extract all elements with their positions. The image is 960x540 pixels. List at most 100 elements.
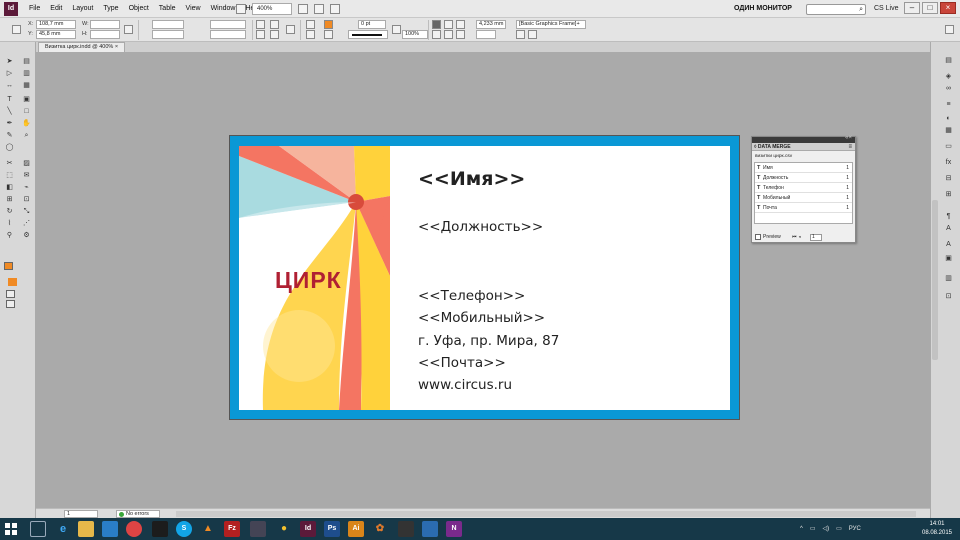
corner-option-select[interactable] [476,30,496,39]
wrap-none-icon[interactable] [432,20,441,29]
chrome-icon[interactable] [126,521,142,537]
rectangle-tool-icon[interactable]: □ [22,108,31,116]
app-icon-8[interactable] [250,521,266,537]
filezilla-icon[interactable]: Fz [224,521,240,537]
align-left-icon[interactable] [432,30,441,39]
selection-tool-icon[interactable]: ➤ [5,58,14,66]
view-mode-icon[interactable]: ⊡ [22,196,31,204]
eyedropper-alt-icon[interactable]: ⌇ [5,220,14,228]
reference-size-field[interactable]: 4,233 mm [476,20,506,29]
stroke-weight-field[interactable]: 0 pt [358,20,386,29]
shear-field[interactable] [210,30,246,39]
direct-selection-tool-icon[interactable]: ▷ [5,70,14,78]
vlc-icon[interactable]: ▲ [200,521,216,537]
object-style-select[interactable]: [Basic Graphics Frame]+ [516,20,586,29]
page-number-field[interactable]: 1 [64,510,98,518]
wrap-bbox-icon[interactable] [444,20,453,29]
skype-icon[interactable]: S [176,521,192,537]
select-container-icon[interactable] [306,20,315,29]
swatches-panel-icon[interactable]: ▦ [943,126,954,135]
scale-x-field[interactable] [152,20,184,29]
horizontal-scrollbar[interactable] [176,511,916,517]
scale-tool-icon[interactable]: ⤡ [22,208,31,216]
rotation-field[interactable] [210,20,246,29]
scissors-tool-icon[interactable]: ✂ [5,160,14,168]
search-input[interactable]: ⌕ [806,4,866,15]
reference-point-icon[interactable] [12,25,21,34]
maximize-button[interactable]: □ [922,2,938,14]
wrap-shape-icon[interactable] [456,20,465,29]
zoom-select[interactable]: 400% [252,3,292,15]
input-language[interactable]: РУС [849,518,861,540]
fill-color-icon[interactable] [4,262,13,270]
menu-layout[interactable]: Layout [67,0,98,18]
gradient-tool-icon[interactable]: ▨ [22,160,31,168]
field-position[interactable]: <<Должность>> [418,219,543,235]
menu-view[interactable]: View [181,0,206,18]
control-panel-menu-icon[interactable] [945,25,954,34]
rotate-tool-icon[interactable]: ↻ [5,208,14,216]
field-name[interactable]: <<Имя>> [418,168,525,190]
screen-mode-icon[interactable] [314,4,324,14]
content-placer-icon[interactable]: ▦ [22,82,31,90]
windows-start-icon[interactable] [4,522,18,536]
screen-mode-tool-icon[interactable]: ⚙ [22,232,31,240]
scale-y-field[interactable] [152,30,184,39]
pencil-tool-icon[interactable]: ✎ [5,132,14,140]
table-panel-icon[interactable]: ▥ [943,274,954,283]
fit-content-icon[interactable] [528,30,537,39]
record-number-field[interactable]: 1 [810,234,822,241]
workspace-switcher[interactable]: ОДИН МОНИТОР [734,0,792,18]
field-website[interactable]: www.circus.ru [418,377,512,393]
select-content-icon[interactable] [306,30,315,39]
bridge-icon[interactable] [236,4,246,14]
store-icon[interactable] [102,521,118,537]
view-options-icon[interactable] [298,4,308,14]
action-center-icon[interactable]: ▭ [836,518,842,540]
frame-tool-icon[interactable]: ▣ [22,96,31,104]
photoshop-task-icon[interactable]: Ps [324,521,340,537]
color-panel-icon[interactable]: ◐ [943,114,954,123]
fill-swatch[interactable] [324,20,333,29]
formatting-affects-container-icon[interactable] [6,290,15,298]
field-address[interactable]: г. Уфа, пр. Мира, 87 [418,333,559,349]
stroke-swatch[interactable] [324,30,333,39]
preview-checkbox[interactable] [755,234,761,240]
width-field[interactable] [90,20,120,29]
data-merge-panel[interactable]: «× ◊ DATA MERGE ≡ визитки цирк.csv T Имя… [751,135,856,243]
character-styles-icon[interactable]: A [943,224,954,233]
apply-color-icon[interactable] [8,278,17,286]
file-explorer-icon[interactable] [78,521,94,537]
gap-tool-icon[interactable]: ▥ [22,70,31,78]
text-wrap-panel-icon[interactable]: ⊟ [943,174,954,183]
stroke-type-select[interactable] [348,30,388,39]
tray-arrow-icon[interactable]: ^ [800,518,803,540]
field-phone[interactable]: <<Телефон>> [418,288,525,304]
field-email[interactable]: <<Почта>> [418,355,506,371]
ellipse-tool-icon[interactable]: ◯ [5,144,14,152]
free-transform-tool-icon[interactable]: ⬚ [5,172,14,180]
flip-horizontal-icon[interactable] [270,20,279,29]
arrange-documents-icon[interactable] [330,4,340,14]
hand-tool-icon[interactable]: ✋ [22,120,31,128]
fit-frame-icon[interactable] [516,30,525,39]
collapse-icon[interactable]: «× [845,135,852,141]
opacity-field[interactable]: 100% [402,30,428,39]
app-icon-13[interactable]: ✿ [372,521,388,537]
measure-tool-icon[interactable]: ⊞ [5,196,14,204]
layers-panel-icon[interactable]: ◈ [943,72,954,81]
shear-tool-icon[interactable]: ⋰ [22,220,31,228]
network-icon[interactable]: ▭ [810,518,816,540]
x-field[interactable]: 108,7 mm [36,20,76,29]
edge-browser-icon[interactable]: e [55,521,71,537]
paragraph-styles-icon[interactable]: ¶ [943,212,954,221]
list-item[interactable]: T Должность 1 [755,173,852,183]
rotate-cw-icon[interactable] [256,20,265,29]
object-styles-icon[interactable]: ▣ [943,254,954,263]
align-panel-icon[interactable]: ⊞ [943,190,954,199]
menu-type[interactable]: Type [98,0,123,18]
magnify-tool-icon[interactable]: ⚲ [5,232,14,240]
panel-menu-icon[interactable]: ≡ [848,143,852,151]
character-panel-icon[interactable]: A [943,240,954,249]
preflight-status[interactable]: No errors [116,510,160,518]
